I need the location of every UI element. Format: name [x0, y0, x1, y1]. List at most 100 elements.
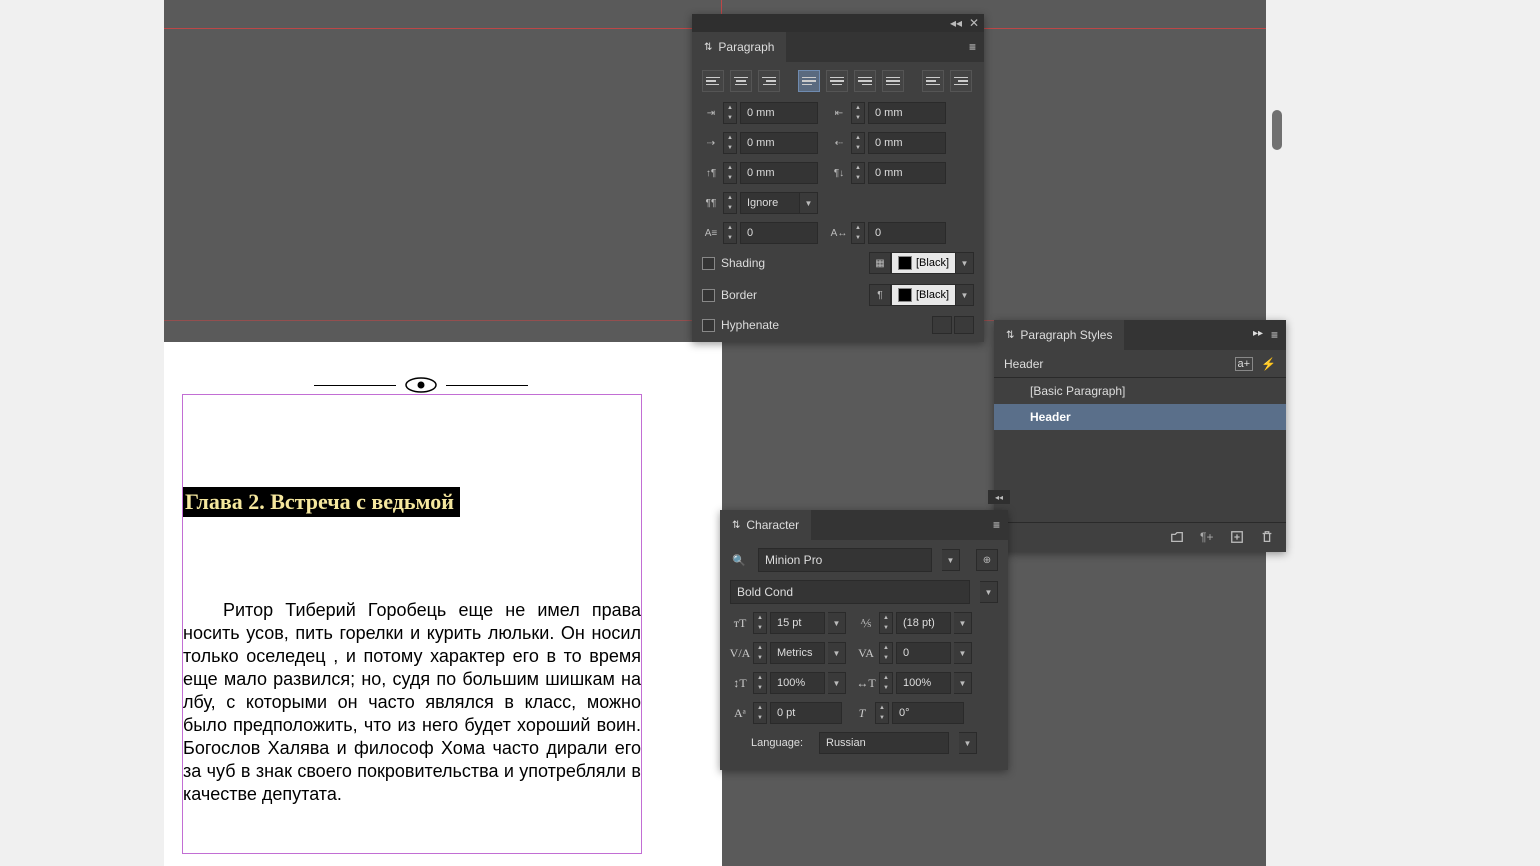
character-tab[interactable]: ⇅ Character	[720, 510, 811, 540]
right-indent-input[interactable]	[868, 102, 946, 124]
justify-right-button[interactable]	[854, 70, 876, 92]
skew-icon: T	[852, 703, 872, 723]
align-away-spine-button[interactable]	[950, 70, 972, 92]
find-similar-icon[interactable]: ⊕	[976, 549, 998, 571]
stepper[interactable]: ▲▼	[723, 132, 737, 154]
multi-column-icon[interactable]	[954, 316, 974, 334]
shading-picker-icon[interactable]: ▦	[869, 252, 891, 274]
text-frame[interactable]: Глава 2. Встреча с ведьмой Ритор Тиберий…	[182, 394, 642, 854]
stepper[interactable]: ▲▼	[875, 702, 889, 724]
tracking-input[interactable]	[896, 642, 951, 664]
chevron-down-icon[interactable]: ▼	[828, 672, 846, 694]
shading-label: Shading	[721, 256, 765, 270]
stepper[interactable]: ▲▼	[753, 702, 767, 724]
stepper[interactable]: ▲▼	[723, 102, 737, 124]
space-between-select[interactable]	[740, 192, 800, 214]
stepper[interactable]: ▲▼	[851, 102, 865, 124]
stepper[interactable]: ▲▼	[723, 162, 737, 184]
chevron-down-icon[interactable]: ▼	[954, 612, 972, 634]
font-size-input[interactable]	[770, 612, 825, 634]
align-toward-spine-button[interactable]	[922, 70, 944, 92]
close-icon[interactable]: ✕	[968, 17, 980, 29]
stepper[interactable]: ▲▼	[753, 642, 767, 664]
kerning-input[interactable]	[770, 642, 825, 664]
search-icon[interactable]: 🔍	[730, 549, 748, 571]
align-right-button[interactable]	[758, 70, 780, 92]
expand-icon[interactable]: ▸▸	[1253, 328, 1263, 342]
hyphenate-checkbox[interactable]	[702, 319, 715, 332]
pstyle-item-basic[interactable]: [Basic Paragraph]	[994, 378, 1286, 404]
stepper[interactable]: ▲▼	[723, 222, 737, 244]
paragraph-styles-tab[interactable]: ⇅ Paragraph Styles	[994, 320, 1124, 350]
leading-icon: ⅍	[856, 613, 876, 633]
chevron-down-icon[interactable]: ▼	[954, 642, 972, 664]
stepper[interactable]: ▲▼	[851, 132, 865, 154]
space-after-input[interactable]	[868, 162, 946, 184]
last-line-indent-input[interactable]	[868, 132, 946, 154]
shading-checkbox[interactable]	[702, 257, 715, 270]
chevron-down-icon[interactable]: ▼	[828, 642, 846, 664]
chevron-down-icon[interactable]: ▼	[980, 581, 998, 603]
stepper[interactable]: ▲▼	[879, 612, 893, 634]
dropcap-chars-input[interactable]	[868, 222, 946, 244]
body-text[interactable]: Ритор Тиберий Горобець еще не имел права…	[183, 599, 641, 806]
chevron-down-icon[interactable]: ▼	[800, 192, 818, 214]
panel-tabs: ⇅ Character ≡	[720, 510, 1008, 540]
justify-center-button[interactable]	[826, 70, 848, 92]
justify-full-button[interactable]	[882, 70, 904, 92]
border-swatch[interactable]: [Black]	[891, 284, 956, 306]
panel-titlebar[interactable]: ◂◂ ✕	[692, 14, 984, 32]
justify-left-button[interactable]	[798, 70, 820, 92]
stepper[interactable]: ▲▼	[851, 222, 865, 244]
stepper[interactable]: ▲▼	[753, 672, 767, 694]
clear-overrides-icon[interactable]: ¶+	[1200, 530, 1216, 546]
stepper[interactable]: ▲▼	[851, 162, 865, 184]
panel-menu-icon[interactable]: ≡	[961, 40, 984, 54]
language-select[interactable]	[819, 732, 949, 754]
stepper[interactable]: ▲▼	[879, 672, 893, 694]
cc-libraries-icon[interactable]	[1170, 530, 1186, 546]
chevron-down-icon[interactable]: ▼	[959, 732, 977, 754]
baseline-shift-input[interactable]	[770, 702, 842, 724]
chevron-down-icon[interactable]: ▼	[956, 252, 974, 274]
new-style-icon[interactable]	[1230, 530, 1246, 546]
stepper[interactable]: ▲▼	[723, 192, 737, 214]
baseline-shift-icon: Aᵃ	[730, 703, 750, 723]
font-style-input[interactable]	[730, 580, 970, 604]
collapse-icon[interactable]: ◂◂	[950, 17, 962, 29]
leading-input[interactable]	[896, 612, 951, 634]
scrollbar-thumb[interactable]	[1272, 110, 1282, 150]
border-checkbox[interactable]	[702, 289, 715, 302]
border-picker-icon[interactable]: ¶	[869, 284, 891, 306]
hscale-icon: ↔T	[856, 673, 876, 693]
vscale-input[interactable]	[770, 672, 825, 694]
pstyle-item-header[interactable]: Header	[994, 404, 1286, 430]
stepper[interactable]: ▲▼	[879, 642, 893, 664]
new-style-from-selection-icon[interactable]: a+	[1235, 357, 1254, 371]
font-family-input[interactable]	[758, 548, 932, 572]
chapter-title-selected[interactable]: Глава 2. Встреча с ведьмой	[183, 487, 460, 517]
align-left-button[interactable]	[702, 70, 724, 92]
hscale-input[interactable]	[896, 672, 951, 694]
trash-icon[interactable]	[1260, 530, 1276, 546]
skew-input[interactable]	[892, 702, 964, 724]
chevron-down-icon[interactable]: ▼	[954, 672, 972, 694]
chevron-down-icon[interactable]: ▼	[942, 549, 960, 571]
shading-swatch[interactable]: [Black]	[891, 252, 956, 274]
single-column-icon[interactable]	[932, 316, 952, 334]
space-before-input[interactable]	[740, 162, 818, 184]
align-center-button[interactable]	[730, 70, 752, 92]
quick-apply-icon[interactable]: ⚡	[1261, 357, 1276, 371]
left-indent-input[interactable]	[740, 102, 818, 124]
dropcap-lines-input[interactable]	[740, 222, 818, 244]
panel-menu-icon[interactable]: ≡	[985, 518, 1008, 532]
first-line-indent-input[interactable]	[740, 132, 818, 154]
stepper[interactable]: ▲▼	[753, 612, 767, 634]
collapse-icon[interactable]: ◂◂	[988, 490, 1010, 504]
panel-menu-icon[interactable]: ≡	[1271, 328, 1278, 342]
space-after-icon: ¶↓	[830, 164, 848, 182]
document-page[interactable]: Глава 2. Встреча с ведьмой Ритор Тиберий…	[164, 342, 722, 866]
paragraph-tab[interactable]: ⇅ Paragraph	[692, 32, 786, 62]
chevron-down-icon[interactable]: ▼	[828, 612, 846, 634]
chevron-down-icon[interactable]: ▼	[956, 284, 974, 306]
